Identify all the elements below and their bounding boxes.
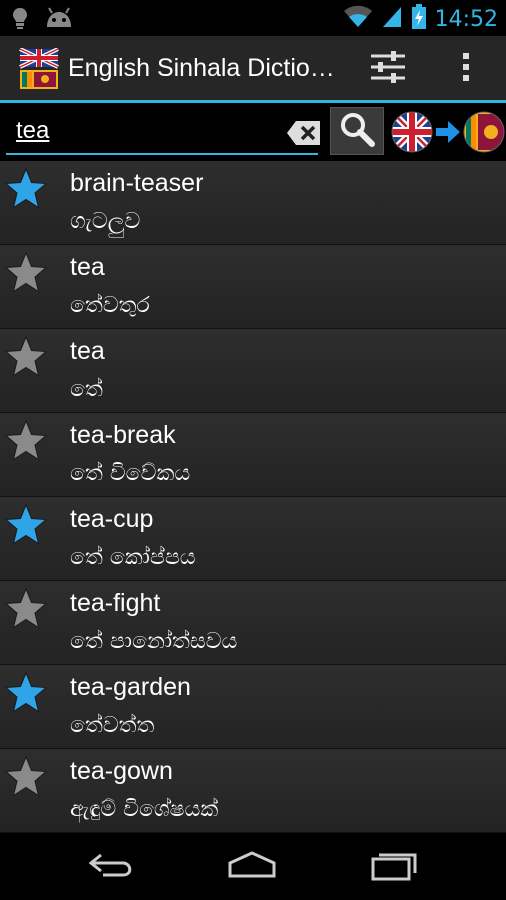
entry-word: brain-teaser	[70, 169, 204, 197]
clear-button[interactable]	[286, 119, 322, 149]
entry-meaning: තේවතුර	[70, 293, 150, 318]
entry-word: tea-gown	[70, 757, 173, 785]
starred-favorite-icon[interactable]	[4, 503, 48, 547]
list-item[interactable]: tea-cup තේ කෝප්පය	[0, 497, 506, 581]
entry-meaning: තේ විවේකය	[70, 461, 191, 486]
list-item[interactable]: tea-break තේ විවේකය	[0, 413, 506, 497]
back-icon	[87, 851, 137, 884]
notification-icon	[10, 6, 30, 35]
starred-favorite-icon[interactable]	[4, 167, 48, 211]
settings-sliders-icon	[369, 50, 407, 89]
android-debug-icon	[44, 7, 74, 34]
entry-meaning: තේ	[70, 377, 103, 402]
search-input[interactable]	[16, 117, 276, 145]
favorite-star-icon[interactable]	[4, 755, 48, 799]
status-bar: 14:52	[0, 0, 506, 36]
entry-meaning: තේවත්ත	[70, 713, 155, 738]
english-to-sinhala-icon	[390, 111, 506, 162]
list-item[interactable]: tea-garden තේවත්ත	[0, 665, 506, 749]
overflow-menu-icon	[462, 52, 470, 87]
entry-word: tea	[70, 337, 105, 365]
entry-word: tea-break	[70, 421, 176, 449]
app-title: English Sinhala Dictio…	[68, 54, 335, 82]
entry-word: tea	[70, 253, 105, 281]
list-item[interactable]: tea තේවතුර	[0, 245, 506, 329]
favorite-star-icon[interactable]	[4, 587, 48, 631]
settings-button[interactable]	[356, 44, 420, 94]
overflow-menu-button[interactable]	[442, 44, 490, 94]
search-button[interactable]	[330, 107, 384, 155]
recent-apps-button[interactable]	[364, 847, 424, 887]
entry-word: tea-garden	[70, 673, 191, 701]
wifi-icon	[343, 5, 373, 34]
list-item[interactable]: brain-teaser ගැටලුව	[0, 161, 506, 245]
language-direction-toggle[interactable]	[390, 106, 506, 158]
navigation-bar	[0, 833, 506, 900]
home-icon	[224, 850, 280, 884]
entry-meaning: තේ කෝප්පය	[70, 545, 196, 570]
search-row	[0, 103, 506, 161]
entry-word: tea-fight	[70, 589, 161, 617]
entry-meaning: තේ පානෝත්සවය	[70, 629, 238, 654]
search-field[interactable]	[6, 111, 320, 155]
starred-favorite-icon[interactable]	[4, 671, 48, 715]
entry-meaning: ඇඳුම් විශේෂයක්	[70, 797, 219, 822]
flags-icon[interactable]	[18, 47, 60, 90]
battery-charging-icon	[411, 4, 427, 35]
favorite-star-icon[interactable]	[4, 419, 48, 463]
status-clock: 14:52	[434, 7, 498, 32]
backspace-clear-icon	[286, 121, 322, 151]
favorite-star-icon[interactable]	[4, 251, 48, 295]
results-list[interactable]: brain-teaser ගැටලුව tea තේවතුර tea තේ tea-brea…	[0, 161, 506, 833]
entry-meaning: ගැටලුව	[70, 209, 141, 234]
signal-icon	[381, 5, 403, 34]
magnifier-icon	[338, 110, 376, 153]
back-button[interactable]	[82, 847, 142, 887]
home-button[interactable]	[222, 847, 282, 887]
entry-word: tea-cup	[70, 505, 154, 533]
list-item[interactable]: tea-gown ඇඳුම් විශේෂයක්	[0, 749, 506, 833]
list-item[interactable]: tea තේ	[0, 329, 506, 413]
recent-apps-icon	[369, 849, 419, 886]
list-item[interactable]: tea-fight තේ පානෝත්සවය	[0, 581, 506, 665]
action-bar: English Sinhala Dictio…	[0, 36, 506, 100]
favorite-star-icon[interactable]	[4, 335, 48, 379]
